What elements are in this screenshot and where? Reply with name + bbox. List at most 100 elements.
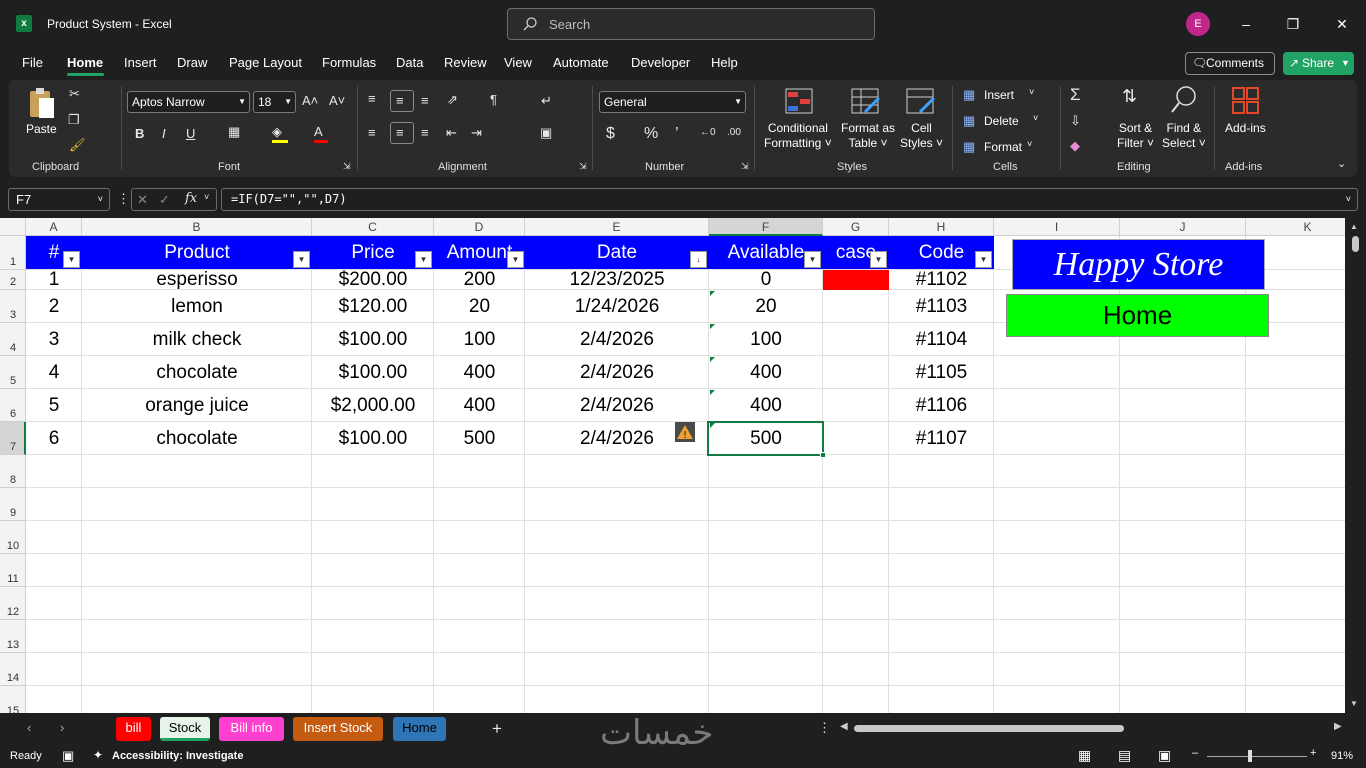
filter-dropdown-icon[interactable]: ▼ — [507, 251, 524, 268]
cell-h2[interactable]: #1102 — [889, 269, 994, 291]
menu-insert[interactable]: Insert — [124, 55, 157, 70]
filter-dropdown-icon[interactable]: ▼ — [63, 251, 80, 268]
cell-f4[interactable]: 100 — [709, 323, 823, 356]
column-header-j[interactable]: J — [1120, 218, 1246, 236]
underline-icon[interactable]: U — [186, 126, 195, 141]
cell-c4[interactable]: $100.00 — [312, 323, 434, 356]
cell-a2[interactable]: 1 — [26, 269, 82, 291]
cell-b4[interactable]: milk check — [82, 323, 312, 356]
find-select-icon[interactable] — [1169, 85, 1199, 115]
search-box[interactable]: Search — [507, 8, 875, 40]
vertical-scrollbar[interactable]: ▲ ▼ — [1345, 218, 1366, 713]
row-header-7[interactable]: 7 — [0, 422, 26, 455]
format-as-table-button[interactable]: Format as Table ˅ — [841, 121, 895, 151]
row-header-11[interactable]: 11 — [0, 554, 26, 587]
row-header-2[interactable]: 2 — [0, 270, 26, 290]
sheet-tab-home[interactable]: Home — [393, 717, 446, 741]
menu-formulas[interactable]: Formulas — [322, 55, 376, 70]
row-header-15[interactable]: 15 — [0, 686, 26, 713]
column-header-c[interactable]: C — [312, 218, 434, 236]
cell-c7[interactable]: $100.00 — [312, 422, 434, 455]
row-header-1[interactable]: 1 — [0, 236, 26, 270]
scroll-right-icon[interactable]: ▶ — [1334, 721, 1342, 732]
cell-h4[interactable]: #1104 — [889, 323, 994, 356]
menu-automate[interactable]: Automate — [553, 55, 609, 70]
menu-help[interactable]: Help — [711, 55, 738, 70]
decrease-indent-icon[interactable]: ⇤ — [446, 125, 457, 141]
cell-a5[interactable]: 4 — [26, 356, 82, 389]
column-header-h[interactable]: H — [889, 218, 994, 236]
cell-f2[interactable]: 0 — [709, 269, 823, 291]
row-header-6[interactable]: 6 — [0, 389, 26, 422]
cell-f3[interactable]: 20 — [709, 290, 823, 323]
format-painter-icon[interactable]: 🖌 — [69, 137, 86, 153]
currency-icon[interactable]: $ — [606, 125, 615, 143]
next-sheet-icon[interactable]: › — [60, 720, 64, 735]
row-header-3[interactable]: 3 — [0, 290, 26, 323]
dialog-launcher-icon[interactable]: ⇲ — [343, 161, 351, 172]
cell-a6[interactable]: 5 — [26, 389, 82, 422]
orientation-icon[interactable]: ⇗ — [447, 92, 458, 108]
sort-filter-button[interactable]: Sort & Filter ˅ — [1117, 121, 1154, 151]
row-header-12[interactable]: 12 — [0, 587, 26, 620]
align-right-icon[interactable]: ≡ — [421, 125, 429, 140]
cell-e2[interactable]: 12/23/2025 — [525, 269, 709, 291]
cancel-icon[interactable]: ✕ — [137, 192, 148, 208]
row-header-14[interactable]: 14 — [0, 653, 26, 686]
accessibility-icon[interactable]: ✦ — [93, 748, 103, 762]
text-direction-icon[interactable]: ¶ — [490, 92, 497, 107]
sort-filter-icon[interactable]: ⇅ — [1122, 86, 1137, 107]
increase-font-icon[interactable]: A˄ — [302, 93, 318, 108]
cell-f6[interactable]: 400 — [709, 389, 823, 422]
cell-a3[interactable]: 2 — [26, 290, 82, 323]
more-options-icon[interactable]: ⋮ — [117, 191, 130, 207]
cell-h7[interactable]: #1107 — [889, 422, 994, 455]
sort-filter-applied-icon[interactable]: ↓ — [690, 251, 707, 268]
cell-c2[interactable]: $200.00 — [312, 269, 434, 291]
zoom-in-icon[interactable]: + — [1310, 747, 1316, 759]
increase-decimal-icon[interactable]: ←0 — [700, 127, 716, 138]
sheet-tab-bill[interactable]: bill — [116, 717, 151, 741]
formula-input[interactable]: =IF(D7="","",D7) ˅ — [221, 188, 1358, 211]
scroll-left-icon[interactable]: ◀ — [840, 721, 848, 732]
decrease-decimal-icon[interactable]: .00 — [727, 127, 741, 138]
menu-data[interactable]: Data — [396, 55, 423, 70]
home-button[interactable]: Home — [1006, 294, 1269, 337]
align-top-icon[interactable]: ≡ — [368, 91, 376, 106]
add-sheet-icon[interactable]: + — [492, 719, 502, 739]
bold-icon[interactable]: B — [135, 126, 144, 141]
scrollbar-thumb[interactable] — [1352, 236, 1359, 252]
cell-styles-button[interactable]: Cell Styles ˅ — [900, 121, 943, 151]
minimize-button[interactable]: – — [1234, 12, 1258, 36]
column-header-f[interactable]: F — [709, 218, 823, 236]
paste-button[interactable] — [27, 86, 57, 120]
scroll-down-icon[interactable]: ▼ — [1350, 699, 1358, 708]
cell-a7[interactable]: 6 — [26, 422, 82, 455]
row-header-9[interactable]: 9 — [0, 488, 26, 521]
zoom-level[interactable]: 91% — [1331, 750, 1353, 762]
menu-file[interactable]: File — [22, 55, 43, 70]
zoom-slider-thumb[interactable] — [1248, 750, 1252, 762]
restore-button[interactable]: ❐ — [1281, 12, 1305, 36]
filter-dropdown-icon[interactable]: ▼ — [415, 251, 432, 268]
fill-handle[interactable] — [820, 452, 826, 458]
zoom-out-icon[interactable]: – — [1192, 747, 1198, 759]
clear-icon[interactable]: ◆ — [1070, 138, 1080, 154]
cell-h5[interactable]: #1105 — [889, 356, 994, 389]
close-button[interactable]: ✕ — [1330, 12, 1354, 36]
menu-view[interactable]: View — [504, 55, 532, 70]
avatar[interactable]: E — [1186, 12, 1210, 36]
font-color-icon[interactable]: A — [314, 124, 328, 143]
filter-dropdown-icon[interactable]: ▼ — [804, 251, 821, 268]
row-header-13[interactable]: 13 — [0, 620, 26, 653]
cell-d6[interactable]: 400 — [434, 389, 525, 422]
cell-c3[interactable]: $120.00 — [312, 290, 434, 323]
collapse-ribbon-icon[interactable]: ⌄ — [1337, 157, 1346, 170]
enter-icon[interactable]: ✓ — [159, 192, 170, 208]
row-header-8[interactable]: 8 — [0, 455, 26, 488]
font-name-select[interactable]: Aptos Narrow ▼ — [127, 91, 250, 113]
dialog-launcher-icon[interactable]: ⇲ — [579, 161, 587, 172]
menu-review[interactable]: Review — [444, 55, 487, 70]
filter-dropdown-icon[interactable]: ▼ — [870, 251, 887, 268]
spreadsheet-grid[interactable]: A B C D E F G H I J K 1 2 3 4 5 6 7 8 9 … — [0, 218, 1366, 713]
